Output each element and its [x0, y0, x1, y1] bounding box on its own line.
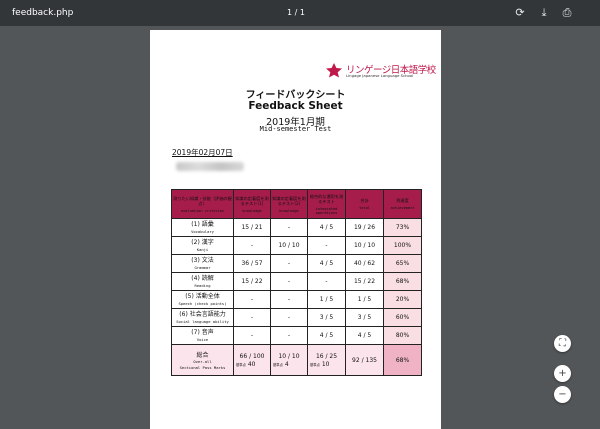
cell-achievement: 80% [383, 326, 422, 345]
pdf-page: リンゲージ日本語学校 Lingage Japanese Language Sch… [150, 30, 441, 429]
table-header-row: 測りたい知識・技能（評価の観点） evaluation criterion 知識の… [171, 189, 422, 219]
score-table: 測りたい知識・技能（評価の観点） evaluation criterion 知識の… [171, 189, 422, 376]
cell-test3: - [307, 272, 346, 291]
title-jp: フィードバックシート [245, 90, 346, 101]
cell-test2: - [270, 308, 308, 327]
header-test2: 知識の定着度を測るテスト(2) knowledge [270, 189, 308, 219]
cell-achievement: 73% [383, 218, 422, 237]
cell-achievement: 100% [383, 236, 422, 255]
total-test1: 66 / 100 基準点 40 [233, 344, 271, 376]
header-criterion: 測りたい知識・技能（評価の観点） evaluation criterion [171, 189, 234, 219]
cell-total: 15 / 22 [345, 272, 384, 291]
cell-test3: - [307, 236, 346, 255]
cell-total: 40 / 62 [345, 254, 384, 273]
cell-test1: 15 / 21 [233, 218, 271, 237]
cell-test3: 3 / 5 [307, 308, 346, 327]
print-icon[interactable]: ⎙ [558, 4, 576, 22]
school-logo: リンゲージ日本語学校 Lingage Japanese Language Sch… [324, 62, 436, 78]
cell-test1: - [233, 290, 271, 309]
table-total-row: 総合 Over-all Sectional Pass Marks 66 / 10… [171, 344, 422, 376]
table-row: (1) 語彙 Vocabulary 15 / 21 - 4 / 5 19 / 26… [171, 218, 422, 237]
cell-test3: 4 / 5 [307, 326, 346, 345]
zoom-out-icon[interactable]: − [554, 386, 571, 403]
header-test3: 総合的な運用を測るテスト integrated operations [307, 189, 346, 219]
cell-total: 4 / 5 [345, 326, 384, 345]
total-test2: 10 / 10 基準点 4 [270, 344, 308, 376]
cell-achievement: 20% [383, 290, 422, 309]
total-label: 総合 Over-all Sectional Pass Marks [171, 344, 234, 376]
cell-test2: 10 / 10 [270, 236, 308, 255]
table-row: (4) 読解 Reading 15 / 22 - - 15 / 22 68% [171, 272, 422, 291]
cell-test2: - [270, 254, 308, 273]
file-name: feedback.php [12, 8, 74, 18]
total-sum: 92 / 135 [345, 344, 384, 376]
cell-total: 1 / 5 [345, 290, 384, 309]
header-total: 合計 total [345, 189, 384, 219]
cell-test1: 15 / 22 [233, 272, 271, 291]
table-row: (5) 活動全体 Speech (check points) - - 1 / 5 … [171, 290, 422, 309]
header-achievement: 到達度 achievement [383, 189, 422, 219]
row-label: (4) 読解 Reading [171, 272, 234, 291]
cell-total: 19 / 26 [345, 218, 384, 237]
cell-test1: - [233, 236, 271, 255]
table-row: (7) 音声 Voice - - 4 / 5 4 / 5 80% [171, 326, 422, 345]
cell-test2: - [270, 218, 308, 237]
row-label: (6) 社会言語能力 Social language ability [171, 308, 234, 327]
row-label: (3) 文法 Grammar [171, 254, 234, 273]
student-name-redacted [176, 162, 244, 171]
row-label: (5) 活動全体 Speech (check points) [171, 290, 234, 309]
row-label: (1) 語彙 Vocabulary [171, 218, 234, 237]
row-label: (7) 音声 Voice [171, 326, 234, 345]
cell-test1: 36 / 57 [233, 254, 271, 273]
logo-text-en: Lingage Japanese Language School [346, 73, 414, 78]
test-subtitle: Mid-semester Test [259, 125, 332, 133]
cell-total: 10 / 10 [345, 236, 384, 255]
cell-test2: - [270, 272, 308, 291]
table-row: (3) 文法 Grammar 36 / 57 - 4 / 5 40 / 62 65… [171, 254, 422, 273]
cell-test3: 4 / 5 [307, 254, 346, 273]
cell-achievement: 65% [383, 254, 422, 273]
row-label: (2) 漢字 Kanji [171, 236, 234, 255]
cell-test2: - [270, 290, 308, 309]
cell-achievement: 68% [383, 272, 422, 291]
feedback-date: 2019年02月07日 [172, 148, 233, 157]
download-icon[interactable]: ⤓ [535, 4, 553, 22]
page-indicator: 1 / 1 [287, 8, 305, 17]
cell-achievement: 60% [383, 308, 422, 327]
cell-test1: - [233, 326, 271, 345]
cell-test1: - [233, 308, 271, 327]
title-en: Feedback Sheet [248, 100, 343, 112]
cell-test2: - [270, 326, 308, 345]
header-test1: 知識の定着度を測るテスト(1) knowledge [233, 189, 271, 219]
total-test3: 16 / 25 基準点 10 [307, 344, 346, 376]
rotate-icon[interactable]: ⟳ [511, 4, 529, 22]
star-logo-icon [326, 63, 342, 78]
zoom-in-icon[interactable]: + [554, 365, 571, 382]
pdf-toolbar: feedback.php 1 / 1 ⟳ ⤓ ⎙ [0, 0, 600, 26]
total-achievement: 68% [383, 344, 422, 376]
fit-page-icon[interactable]: ⛶ [554, 335, 571, 352]
table-row: (2) 漢字 Kanji - 10 / 10 - 10 / 10 100% [171, 236, 422, 255]
cell-test3: 4 / 5 [307, 218, 346, 237]
table-row: (6) 社会言語能力 Social language ability - - 3 … [171, 308, 422, 327]
cell-total: 3 / 5 [345, 308, 384, 327]
cell-test3: 1 / 5 [307, 290, 346, 309]
